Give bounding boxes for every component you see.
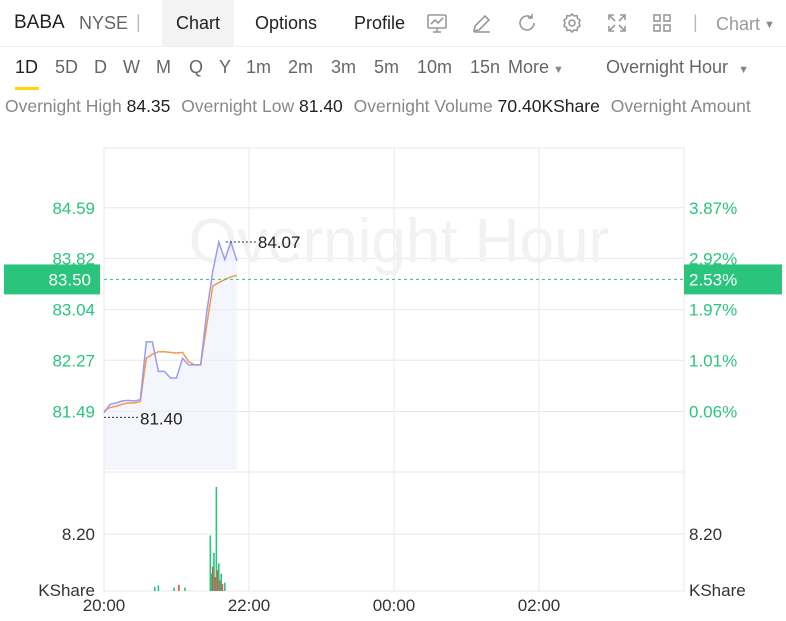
chart-indicator-icon[interactable] xyxy=(425,11,449,35)
period-1m[interactable]: 1m xyxy=(246,57,271,78)
tab-options[interactable]: Options xyxy=(255,0,317,46)
volume-bar xyxy=(221,584,224,591)
volume-unit-left: KShare xyxy=(38,581,95,600)
period-1d[interactable]: 1D xyxy=(15,57,38,78)
volume-unit-right: KShare xyxy=(689,581,746,600)
period-y[interactable]: Y xyxy=(219,57,231,78)
x-tick-label: 00:00 xyxy=(373,596,416,615)
session-label: Overnight Hour xyxy=(606,57,729,77)
overnight-volume-value: 70.40KShare xyxy=(497,96,600,116)
y-tick-label: 82.27 xyxy=(52,351,95,370)
chevron-down-icon: ▼ xyxy=(738,64,749,76)
session-dropdown[interactable]: Overnight Hour ▼ xyxy=(606,57,749,78)
period-q[interactable]: Q xyxy=(189,57,203,78)
top-bar: BABA NYSE | Chart Options Profile | Char… xyxy=(0,0,786,47)
grid-layout-icon[interactable] xyxy=(650,11,674,35)
period-3m[interactable]: 3m xyxy=(331,57,356,78)
chevron-down-icon: ▼ xyxy=(553,64,564,76)
chevron-down-icon: ▼ xyxy=(764,19,775,32)
period-15m[interactable]: 15n xyxy=(470,57,500,78)
overnight-low-label: Overnight Low xyxy=(181,96,295,116)
stats-bar: Overnight High 84.35 Overnight Low 81.40… xyxy=(0,96,786,122)
pct-tick-label: 0.06% xyxy=(689,403,737,422)
overnight-low-value: 81.40 xyxy=(299,96,343,116)
header-separator-2: | xyxy=(693,12,698,32)
volume-bar xyxy=(153,586,156,591)
volume-tick-left: 8.20 xyxy=(62,525,95,544)
fullscreen-icon[interactable] xyxy=(605,11,629,35)
high-callout-label: 84.07 xyxy=(258,233,301,252)
draw-pencil-icon[interactable] xyxy=(470,11,494,35)
more-label: More xyxy=(508,57,550,77)
pct-tick-label: 3.87% xyxy=(689,199,737,218)
chart-type-label: Chart xyxy=(716,14,761,34)
pct-tick-label: 1.97% xyxy=(689,301,737,320)
low-callout-label: 81.40 xyxy=(140,409,183,428)
y-tick-label: 81.49 xyxy=(52,403,95,422)
settings-gear-icon[interactable] xyxy=(560,11,584,35)
period-10m[interactable]: 10m xyxy=(417,57,452,78)
tab-chart[interactable]: Chart xyxy=(162,0,235,46)
exchange-name: NYSE xyxy=(79,13,129,33)
active-period-underline xyxy=(15,87,39,90)
chart-type-dropdown[interactable]: Chart ▼ xyxy=(716,14,775,35)
price-chart[interactable]: 81.49 0.06%82.27 1.01%83.04 1.97%83.82 2.92%… xyxy=(0,130,786,621)
overnight-high-value: 84.35 xyxy=(126,96,171,116)
more-periods-dropdown[interactable]: More ▼ xyxy=(508,57,564,78)
period-5d[interactable]: 5D xyxy=(55,57,78,78)
ticker-symbol: BABA xyxy=(14,12,65,33)
current-price-value: 83.50 xyxy=(48,270,91,289)
volume-bar xyxy=(178,584,180,591)
tab-profile-label: Profile xyxy=(354,13,406,33)
y-tick-label: 84.59 xyxy=(52,199,95,218)
tab-profile[interactable]: Profile xyxy=(354,0,405,46)
tab-options-label: Options xyxy=(255,13,318,33)
period-2m[interactable]: 2m xyxy=(288,57,313,78)
x-tick-label: 02:00 xyxy=(518,596,561,615)
volume-tick-right: 8.20 xyxy=(689,525,722,544)
pct-tick-label: 1.01% xyxy=(689,351,737,370)
period-d[interactable]: D xyxy=(94,57,107,78)
period-bar: 1D 5D D W M Q Y 1m 2m 3m 5m 10m 15n More… xyxy=(0,47,786,90)
refresh-icon[interactable] xyxy=(515,11,539,35)
tab-chart-label: Chart xyxy=(176,13,221,33)
price-area xyxy=(104,241,237,470)
x-tick-label: 22:00 xyxy=(228,596,271,615)
current-pct-value: 2.53% xyxy=(689,270,737,289)
period-5m[interactable]: 5m xyxy=(374,57,399,78)
y-tick-label: 83.04 xyxy=(52,301,95,320)
volume-bar xyxy=(173,587,175,591)
overnight-amount-label: Overnight Amount xyxy=(610,96,751,116)
header-separator: | xyxy=(136,12,141,32)
period-w[interactable]: W xyxy=(123,57,140,78)
volume-bar xyxy=(184,587,186,591)
volume-bar xyxy=(224,582,226,591)
period-m[interactable]: M xyxy=(156,57,171,78)
overnight-volume-label: Overnight Volume xyxy=(353,96,493,116)
overnight-high-label: Overnight High xyxy=(5,96,122,116)
volume-bar xyxy=(157,585,160,591)
